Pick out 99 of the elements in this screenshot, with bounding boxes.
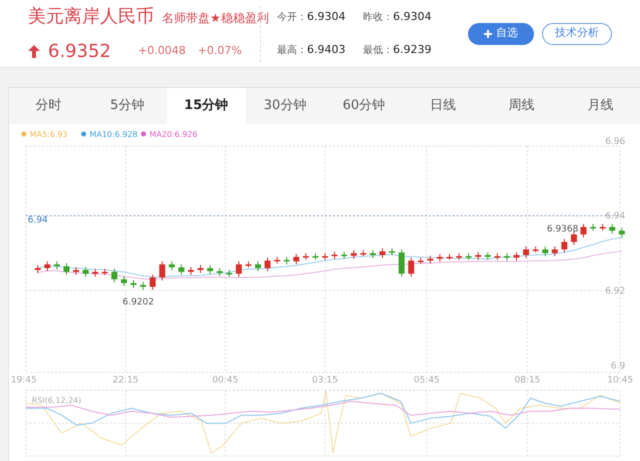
candlestick (150, 274, 156, 290)
candlestick (609, 223, 616, 234)
candlestick (274, 256, 280, 264)
candlestick (389, 248, 395, 256)
candlestick (130, 279, 136, 288)
candlestick (178, 264, 184, 276)
candlestick (54, 260, 60, 270)
candlestick (293, 253, 300, 265)
candlestick (120, 276, 127, 286)
candlestick (216, 268, 223, 276)
candlestick (466, 252, 472, 260)
stat-text: 最低：6.9239 (363, 42, 432, 58)
watchlist-button[interactable]: 自选 (468, 22, 534, 44)
time-axis-label: 03:15 (312, 375, 338, 386)
candlestick (484, 251, 491, 260)
candlestick (456, 252, 462, 260)
price-axis-label: 6.94 (605, 212, 626, 222)
candlestick (570, 230, 577, 246)
candlestick (600, 223, 606, 232)
candlestick (398, 248, 405, 278)
candlestick (44, 260, 50, 272)
candlestick (418, 257, 424, 264)
candlestick (350, 250, 357, 260)
candlestick (523, 246, 530, 258)
price-change: +0.0048 (138, 42, 186, 59)
candlestick (618, 227, 625, 238)
candlestick (264, 257, 271, 272)
candlestick (561, 238, 568, 253)
candlestick (322, 252, 328, 260)
candlestick (542, 246, 548, 257)
candlestick (475, 251, 482, 260)
candlestick (102, 268, 108, 276)
period-tab[interactable]: 分时 (9, 88, 88, 124)
period-tab[interactable]: 日线 (403, 88, 482, 124)
candlestick (580, 223, 586, 238)
candlestick (370, 250, 376, 258)
period-tab[interactable]: 周线 (482, 88, 562, 124)
candlestick (236, 260, 242, 278)
legend-label: MA20:6.926 (149, 130, 198, 139)
candlestick (552, 246, 558, 257)
legend-label: MA10:6.928 (90, 130, 138, 139)
low-price-label: 6.9202 (122, 297, 154, 308)
rsi-label: RSI(6,12,24) (32, 396, 82, 406)
time-axis-label: 19:45 (10, 375, 37, 386)
period-tab[interactable]: 30分钟 (246, 88, 324, 124)
candlestick (198, 264, 204, 274)
candlestick (207, 264, 214, 274)
time-axis-label: 05:45 (414, 375, 440, 386)
period-tab[interactable]: 15分钟 (166, 88, 246, 124)
candlestick (168, 260, 175, 271)
candlestick (408, 257, 414, 278)
time-axis-label: 22:15 (112, 375, 138, 386)
candlestick (504, 252, 510, 262)
stat-text: 最高：6.9403 (277, 42, 346, 58)
analysis-button[interactable]: 技术分析 (542, 22, 612, 44)
candlestick (436, 253, 443, 262)
candlestick (341, 251, 348, 260)
legend-label: MA5:6.93 (30, 130, 68, 139)
candlestick (140, 281, 146, 290)
candlestick (226, 269, 232, 278)
stat-text: 昨收：6.9304 (363, 9, 432, 25)
instrument-name: 美元离岸人民币 (28, 4, 154, 28)
time-axis-label: 10:45 (607, 375, 634, 386)
candlestick (312, 252, 318, 260)
candlestick (255, 260, 261, 272)
stat-text: 今开：6.9304 (277, 9, 346, 25)
candlestick (64, 262, 70, 276)
candlestick (111, 268, 118, 283)
price-axis-label: 6.96 (605, 136, 626, 147)
candlestick (82, 266, 89, 278)
candlestick (245, 260, 252, 268)
candlestick (427, 255, 434, 264)
candlestick (590, 223, 596, 232)
candlestick (92, 268, 98, 278)
candlestick (379, 248, 386, 258)
candlestick (360, 250, 366, 257)
period-tab[interactable]: 5分钟 (88, 88, 167, 124)
candlestick (494, 252, 500, 260)
price-change-percent: +0.07% (198, 42, 242, 59)
price-axis-label: 6.9 (610, 361, 626, 372)
candlestick (446, 253, 452, 260)
candlestick (284, 256, 290, 265)
candlestick (159, 260, 166, 281)
candlestick (188, 266, 194, 276)
candlestick (332, 251, 338, 260)
price-axis-label: 6.92 (605, 286, 626, 296)
candlestick (34, 264, 41, 274)
high-price-label: 6.9368 (546, 224, 578, 235)
plus-icon (484, 30, 492, 38)
current-price: 6.9352 (48, 40, 112, 64)
time-axis-label: 00:45 (212, 375, 238, 386)
candlestick (514, 251, 520, 262)
current-price-label: 6.94 (28, 216, 48, 226)
time-axis-label: 08:15 (514, 375, 540, 386)
candlestick (302, 252, 309, 260)
period-tab[interactable]: 月线 (561, 88, 640, 124)
candlestick (532, 246, 539, 253)
period-tab[interactable]: 60分钟 (324, 88, 404, 124)
candlestick (73, 266, 80, 276)
